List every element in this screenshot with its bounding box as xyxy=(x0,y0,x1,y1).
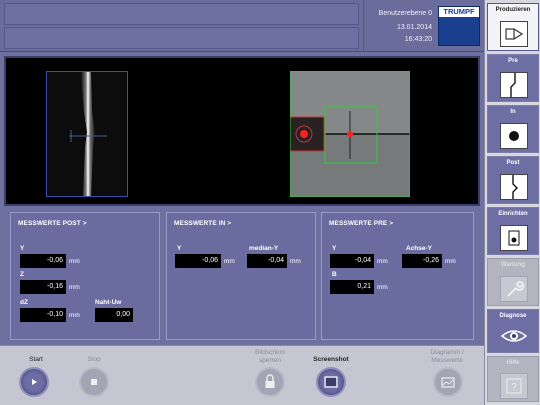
sidebar-label-einrichten: Einrichten xyxy=(498,211,528,217)
header-divider xyxy=(363,0,364,52)
sidebar-item-pre[interactable]: Pre xyxy=(487,54,539,102)
start-button[interactable] xyxy=(19,367,49,397)
sidebar-item-hilfe[interactable]: Hilfe ? xyxy=(487,356,539,402)
post-naht-value: 0,00 xyxy=(95,308,133,322)
logo-text: TRUMPF xyxy=(439,7,479,17)
panel-pre: MESSWERTE PRE > Y -0,04 mm Achse-Y -0,26… xyxy=(321,212,474,340)
pre-achse-label: Achse-Y xyxy=(406,245,433,252)
pre-achse-value: -0,26 xyxy=(402,254,442,268)
start-label: Start xyxy=(29,356,43,363)
sidebar-label-wartung: Wartung xyxy=(500,262,526,268)
produce-icon xyxy=(500,21,528,47)
screenshot-label: Screenshot xyxy=(313,356,349,363)
status-field-2 xyxy=(4,27,359,49)
sidebar-label-in: In xyxy=(510,109,516,115)
sidebar-item-in[interactable]: In xyxy=(487,105,539,153)
sidebar-label-pre: Pre xyxy=(508,58,518,64)
sidebar-label-post: Post xyxy=(506,160,520,166)
panel-post: MESSWERTE POST > Y -0,06 mm Z -0,16 mm d… xyxy=(10,212,160,340)
time-display: 16:43:20 xyxy=(404,36,432,43)
panel-post-title[interactable]: MESSWERTE POST > xyxy=(18,220,87,227)
post-z-value: -0,16 xyxy=(20,280,66,294)
diagram-label: Diagramm / Messwerte xyxy=(430,349,464,364)
post-weld-icon xyxy=(500,174,528,200)
post-dz-label: dZ xyxy=(20,299,28,306)
bottom-toolbar: Start Stop Bildschirm sperren Screenshot… xyxy=(0,345,484,405)
sidebar-label-diagnose: Diagnose xyxy=(499,313,527,319)
pre-b-value: 0,21 xyxy=(330,280,374,294)
post-dz-unit: mm xyxy=(69,312,80,319)
in-median-unit: mm xyxy=(290,258,301,265)
lock-icon xyxy=(265,374,275,388)
status-field-1 xyxy=(4,3,359,25)
play-icon xyxy=(32,379,37,385)
stop-icon xyxy=(91,379,97,385)
pre-in-seam-image xyxy=(290,71,410,197)
sidebar-item-einrichten[interactable]: Einrichten xyxy=(487,207,539,255)
panel-in-title[interactable]: MESSWERTE IN > xyxy=(174,220,231,227)
lock-screen-label: Bildschirm sperren xyxy=(255,349,285,364)
post-dz-value: -0,10 xyxy=(20,308,66,322)
in-y-unit: mm xyxy=(224,258,235,265)
screenshot-button[interactable] xyxy=(316,367,346,397)
diagram-icon xyxy=(441,377,455,388)
pre-b-label: B xyxy=(332,271,337,278)
post-naht-label: Naht-Uw xyxy=(95,299,122,306)
pre-b-unit: mm xyxy=(377,284,388,291)
right-sidebar: Produzieren Pre In Post Einrichten Wartu… xyxy=(484,0,540,405)
header-bar: Benutzerebene 0 13.01.2014 16:43:20 TRUM… xyxy=(0,0,484,52)
panel-pre-title[interactable]: MESSWERTE PRE > xyxy=(329,220,393,227)
diagram-button[interactable] xyxy=(433,367,463,397)
setup-icon xyxy=(500,225,528,251)
in-y-label: Y xyxy=(177,245,182,252)
post-y-label: Y xyxy=(20,245,25,252)
svg-text:?: ? xyxy=(511,382,517,393)
in-y-value: -0,06 xyxy=(175,254,221,268)
post-camera-image xyxy=(46,71,128,197)
post-z-unit: mm xyxy=(69,284,80,291)
date-display: 13.01.2014 xyxy=(396,24,432,31)
user-level: Benutzerebene 0 xyxy=(378,10,432,17)
sidebar-item-diagnose[interactable]: Diagnose xyxy=(487,309,539,353)
camera-view xyxy=(4,56,480,206)
post-y-value: -0,06 xyxy=(20,254,66,268)
stop-button[interactable] xyxy=(79,367,109,397)
in-median-value: -0,04 xyxy=(247,254,287,268)
pre-y-unit: mm xyxy=(377,258,388,265)
sidebar-item-post[interactable]: Post xyxy=(487,156,539,204)
pre-in-camera-image xyxy=(290,71,410,197)
in-median-label: median-Y xyxy=(249,245,279,252)
wrench-icon xyxy=(500,276,528,302)
lock-screen-button[interactable] xyxy=(255,367,285,397)
stop-label: Stop xyxy=(87,356,101,363)
pre-y-label: Y xyxy=(332,245,337,252)
panel-in: MESSWERTE IN > Y -0,06 mm median-Y -0,04… xyxy=(166,212,316,340)
sidebar-label-produzieren: Produzieren xyxy=(495,7,531,13)
screenshot-icon xyxy=(324,376,338,388)
trumpf-logo: TRUMPF xyxy=(438,6,480,46)
pre-achse-unit: mm xyxy=(445,258,456,265)
pre-weld-icon xyxy=(500,72,528,98)
eye-icon xyxy=(500,324,528,348)
sidebar-item-wartung[interactable]: Wartung xyxy=(487,258,539,306)
pre-y-value: -0,04 xyxy=(330,254,374,268)
in-weld-icon xyxy=(500,123,528,149)
post-seam-image xyxy=(47,72,127,196)
help-icon: ? xyxy=(500,373,528,399)
post-z-label: Z xyxy=(20,271,24,278)
post-y-unit: mm xyxy=(69,258,80,265)
sidebar-item-produzieren[interactable]: Produzieren xyxy=(487,3,539,51)
sidebar-label-hilfe: Hilfe xyxy=(506,360,520,366)
